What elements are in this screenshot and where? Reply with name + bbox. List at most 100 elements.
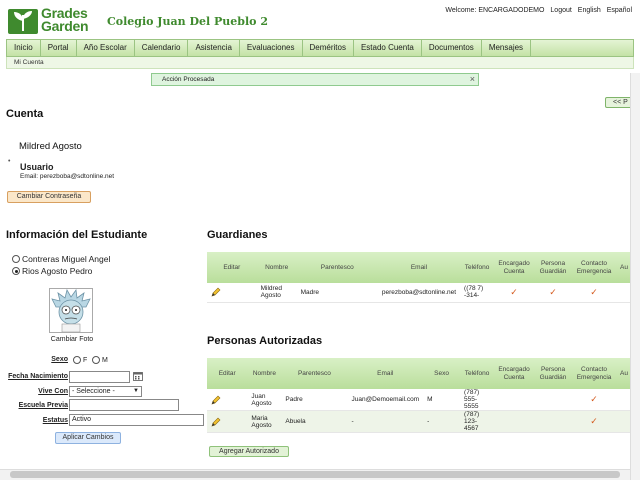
nav-inicio[interactable]: Inicio [7,40,41,56]
change-password-button[interactable]: Cambiar Contraseña [7,191,91,203]
alert-text: Acción Procesada [162,76,215,83]
nav-documentos[interactable]: Documentos [422,40,482,56]
edit-cell[interactable] [207,389,248,411]
col-nombre: Nombre [247,358,282,389]
emergencia-check-icon: ✓ [572,410,617,433]
authorized-sexo: M [423,389,461,411]
col-guardian: Persona Guardián [534,358,573,389]
nav-portal[interactable]: Portal [41,40,77,56]
calendar-icon[interactable] [133,371,143,383]
horizontal-scroll-thumb[interactable] [10,471,620,478]
authorized-header-row: Editar Nombre Parentesco Email Sexo Telé… [207,358,632,389]
guardians-header-row: Editar Nombre Parentesco Email Teléfono … [207,252,632,283]
nav-ano-escolar[interactable]: Año Escolar [77,40,135,56]
authorized-sexo: - [423,410,461,433]
escuela-previa-input[interactable] [69,399,179,411]
nav-evaluaciones[interactable]: Evaluaciones [240,40,303,56]
sexo-m-radio[interactable] [92,356,100,364]
estatus-input[interactable]: Activo [69,414,204,426]
student-heading: Información del Estudiante [6,229,148,241]
authorized-parentesco: Abuela [281,410,348,433]
col-parentesco: Parentesco [296,252,378,283]
encargado-check-icon: ✓ [494,283,535,303]
emergencia-check-icon: ✓ [572,389,617,411]
escuela-previa-label: Escuela Previa [18,402,68,409]
guardians-table: Editar Nombre Parentesco Email Teléfono … [207,252,632,303]
account-name: Mildred Agosto [19,141,82,152]
sexo-f-radio[interactable] [73,356,81,364]
table-row: Mildred Agosto Madre perezboba@sdtonline… [207,283,632,303]
col-nombre: Nombre [256,252,297,283]
col-telefono: Teléfono [460,358,495,389]
student-photo [49,288,93,333]
nav-mensajes[interactable]: Mensajes [482,40,532,56]
col-sexo: Sexo [423,358,461,389]
vive-con-select[interactable]: - Seleccione - ▼ [69,386,142,397]
col-telefono: Teléfono [460,252,495,283]
subnav-mi-cuenta[interactable]: Mi Cuenta [6,57,634,69]
table-row: Juan Agosto Padre Juan@Demoemail.com M (… [207,389,632,411]
espanol-link[interactable]: Español [607,7,632,14]
chevron-down-icon: ▼ [133,388,139,394]
authorized-name: Maria Agosto [247,410,282,433]
guardian-email: perezboba@sdtonline.net [377,283,461,303]
authorized-name: Juan Agosto [247,389,282,411]
edit-cell[interactable] [207,283,257,303]
account-email: Email: perezboba@sdtonline.net [20,173,115,180]
vertical-scrollbar[interactable] [630,73,640,480]
sexo-m-option[interactable]: M [92,356,108,364]
close-icon[interactable]: × [470,74,475,85]
col-emergencia: Contacto Emergencia [572,252,617,283]
logo-text: Grades Garden [41,6,89,33]
main-nav: Inicio Portal Año Escolar Calendario Asi… [6,39,634,57]
nav-estado-cuenta[interactable]: Estado Cuenta [354,40,422,56]
english-link[interactable]: English [578,7,601,14]
col-parentesco: Parentesco [281,358,348,389]
guardians-heading: Guardianes [207,229,268,241]
col-encargado: Encargado Cuenta [494,252,535,283]
apply-changes-button[interactable]: Aplicar Cambios [55,432,121,444]
authorized-telefono: (787) 555-5555 [460,389,495,411]
encargado-cell [494,410,535,433]
estatus-label: Estatus [42,417,68,424]
logout-link[interactable]: Logout [550,7,571,14]
guardian-name: Mildred Agosto [256,283,297,303]
nav-demeritos[interactable]: Deméritos [303,40,354,56]
table-row: Maria Agosto Abuela - - (787) 123-4567 ✓ [207,410,632,433]
guardian-cell [534,410,573,433]
vive-con-label: Vive Con [38,388,68,395]
logo-icon [8,9,38,34]
authorized-email: - [347,410,424,433]
col-guardian: Persona Guardián [534,252,573,283]
emergencia-check-icon: ✓ [572,283,617,303]
encargado-cell [494,389,535,411]
add-authorized-button[interactable]: Agregar Autorizado [209,446,289,457]
edit-cell[interactable] [207,410,248,433]
student-radio-1[interactable] [12,255,20,263]
birthdate-input[interactable] [69,371,130,383]
top-links: Welcome: ENCARGADODEMO Logout English Es… [441,7,632,14]
student-option-1-label: Contreras Miguel Angel [22,254,111,264]
authorized-heading: Personas Autorizadas [207,335,323,347]
nav-calendario[interactable]: Calendario [135,40,189,56]
success-alert: Acción Procesada × [151,73,479,86]
student-option-2[interactable]: Rios Agosto Pedro [12,266,92,276]
student-radio-2[interactable] [12,267,20,275]
col-encargado: Encargado Cuenta [494,358,535,389]
guardian-cell [534,389,573,411]
account-heading: Cuenta [6,108,44,120]
guardian-check-icon: ✓ [534,283,573,303]
student-option-1[interactable]: Contreras Miguel Angel [12,254,110,264]
welcome-text: Welcome: ENCARGADODEMO [445,7,545,14]
guardian-parentesco: Madre [296,283,378,303]
change-photo-link[interactable]: Cambiar Foto [49,336,95,343]
authorized-parentesco: Padre [281,389,348,411]
sexo-label: Sexo [51,356,68,363]
nav-asistencia[interactable]: Asistencia [188,40,240,56]
sexo-f-option[interactable]: F [73,356,87,364]
col-email: Email [347,358,424,389]
authorized-telefono: (787) 123-4567 [460,410,495,433]
col-email: Email [377,252,461,283]
authorized-email: Juan@Demoemail.com [347,389,424,411]
vive-con-value: - Seleccione - [72,388,115,395]
